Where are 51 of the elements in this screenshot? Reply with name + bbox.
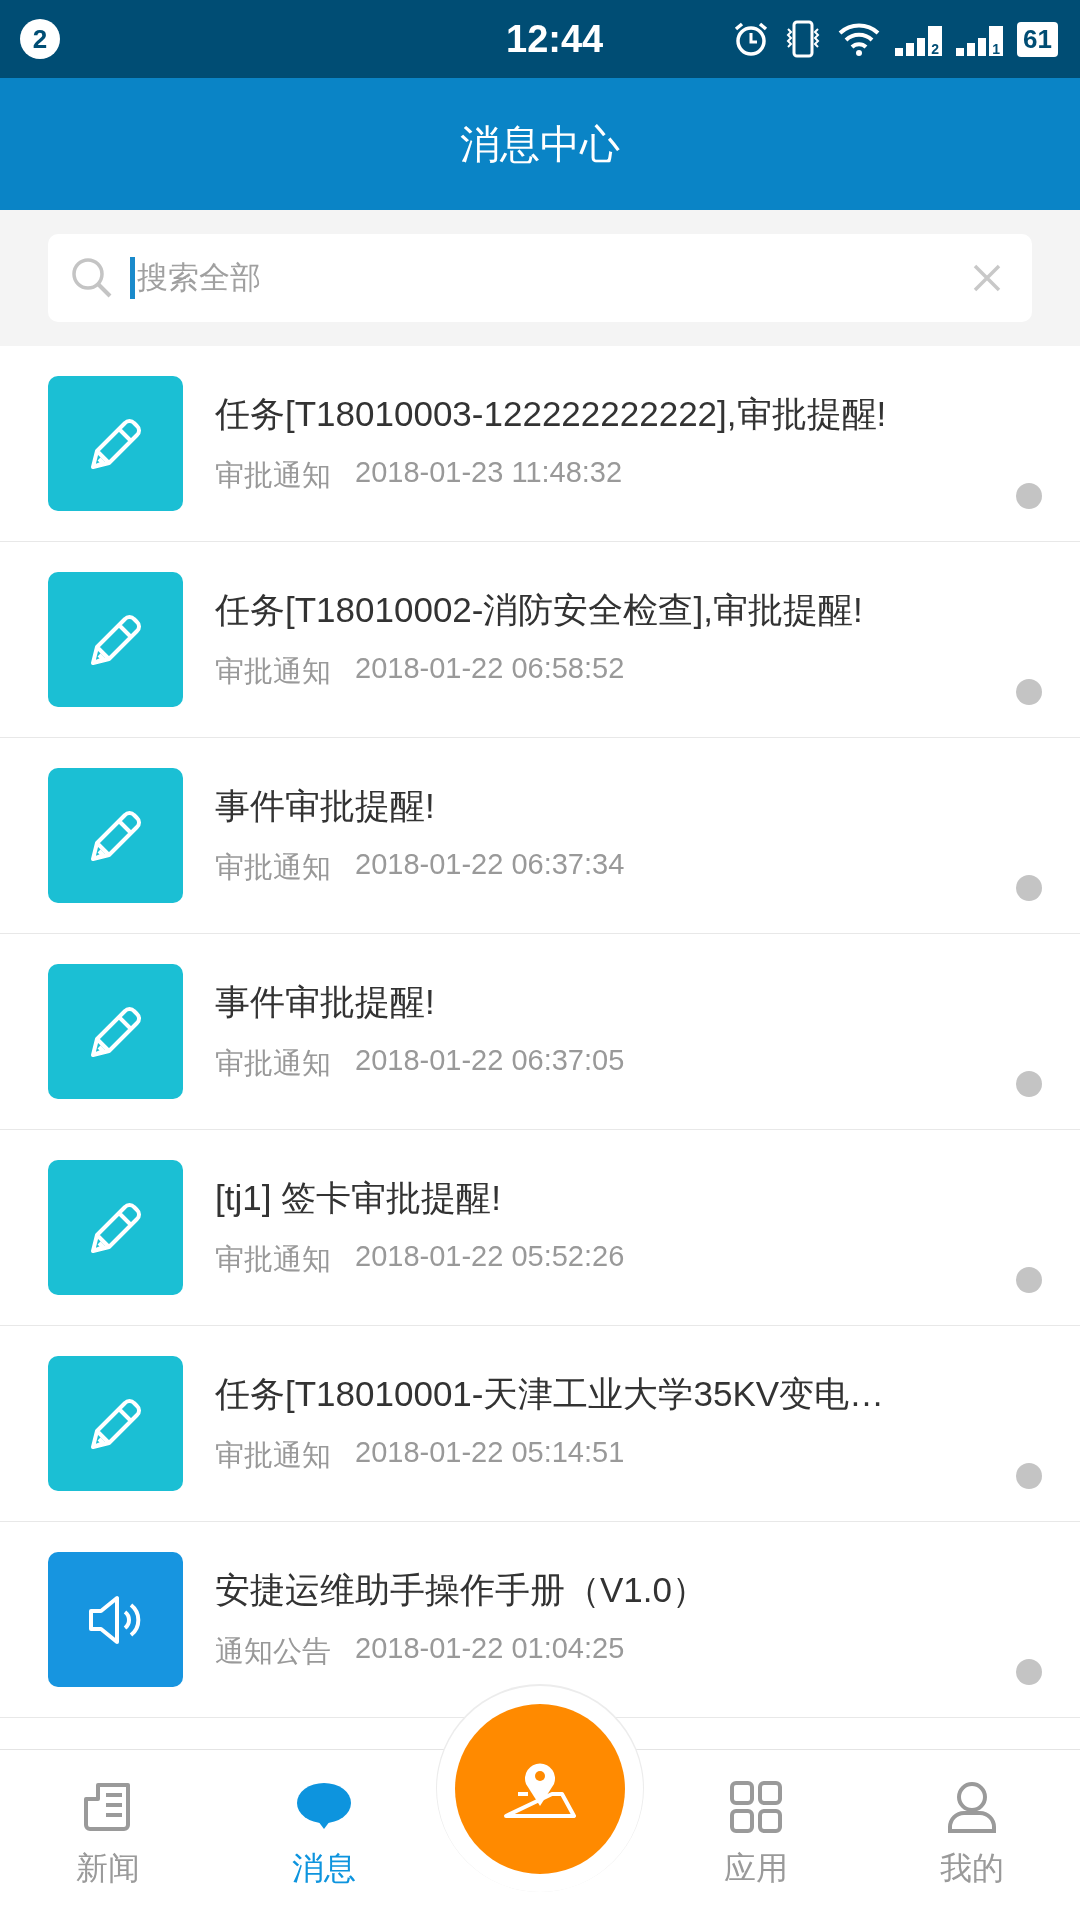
message-title: 任务[T18010003-122222222222],审批提醒! (215, 393, 888, 435)
search-box[interactable]: 搜索全部 (48, 234, 1032, 322)
message-title: [tj1] 签卡审批提醒! (215, 1177, 502, 1219)
message-item[interactable]: 事件审批提醒! 审批通知 2018-01-22 06:37:34 (0, 738, 1080, 934)
status-dot (1016, 1071, 1042, 1097)
message-title: 任务[T18010001-天津工业大学35KV变电… (215, 1373, 886, 1415)
wifi-icon (837, 21, 882, 57)
pencil-icon (48, 768, 183, 903)
clear-icon[interactable] (972, 263, 1002, 293)
message-title: 安捷运维助手操作手册（V1.0） (215, 1569, 708, 1611)
message-title: 事件审批提醒! (215, 981, 436, 1023)
grid-icon (728, 1779, 784, 1835)
message-item[interactable]: 任务[T18010003-122222222222],审批提醒! 审批通知 2018-01-23 11:48:32 (0, 346, 1080, 542)
message-item[interactable]: [tj1] 签卡审批提醒! 审批通知 2018-01-22 05:52:26 (0, 1130, 1080, 1326)
message-item[interactable]: 任务[T18010002-消防安全检查],审批提醒! 审批通知 2018-01-22 06:58:52 (0, 542, 1080, 738)
message-title: 任务[T18010002-消防安全检查],审批提醒! (215, 589, 864, 631)
pencil-icon (48, 572, 183, 707)
message-category: 审批通知 (215, 654, 331, 689)
message-category: 审批通知 (215, 1438, 331, 1473)
battery-indicator: 61 (1017, 21, 1058, 57)
message-category: 审批通知 (215, 458, 331, 493)
message-category: 通知公告 (215, 1634, 331, 1669)
pencil-icon (48, 1356, 183, 1491)
pencil-icon (48, 1160, 183, 1295)
clock-time: 12:44 (506, 17, 604, 61)
message-item[interactable]: 任务[T18010001-天津工业大学35KV变电… 审批通知 2018-01-22 05:14:51 (0, 1326, 1080, 1522)
status-dot (1016, 1659, 1042, 1685)
status-dot (1016, 1267, 1042, 1293)
message-category: 审批通知 (215, 850, 331, 885)
alarm-icon (733, 21, 770, 57)
message-category: 审批通知 (215, 1242, 331, 1277)
message-time: 2018-01-22 06:37:34 (355, 848, 625, 882)
message-time: 2018-01-22 06:58:52 (355, 652, 625, 686)
page-title: 消息中心 (460, 120, 620, 168)
message-item[interactable]: 事件审批提醒! 审批通知 2018-01-22 06:37:05 (0, 934, 1080, 1130)
message-time: 2018-01-22 06:37:05 (355, 1044, 625, 1078)
pencil-icon (48, 964, 183, 1099)
message-time: 2018-01-22 05:52:26 (355, 1240, 625, 1274)
message-time: 2018-01-22 05:14:51 (355, 1436, 625, 1470)
message-time: 2018-01-23 11:48:32 (355, 456, 623, 490)
message-title: 事件审批提醒! (215, 785, 436, 827)
search-icon (70, 256, 114, 300)
message-category: 审批通知 (215, 1046, 331, 1081)
status-dot (1016, 875, 1042, 901)
status-dot (1016, 483, 1042, 509)
status-dot (1016, 679, 1042, 705)
speaker-icon (48, 1552, 183, 1687)
notification-badge: 2 (20, 19, 60, 59)
pencil-icon (48, 376, 183, 511)
message-time: 2018-01-22 01:04:25 (355, 1632, 625, 1666)
status-dot (1016, 1463, 1042, 1489)
